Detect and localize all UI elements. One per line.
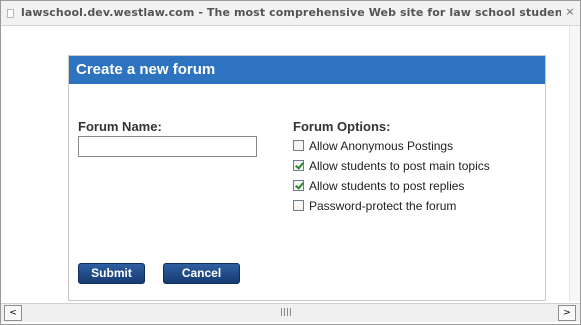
horizontal-scrollbar[interactable]: < > xyxy=(1,303,580,322)
window-title: lawschool.dev.westlaw.com - The most com… xyxy=(21,6,561,19)
option-label: Allow students to post main topics xyxy=(309,159,490,173)
scroll-right-arrow-icon[interactable]: > xyxy=(558,305,576,321)
forum-name-input[interactable] xyxy=(78,136,257,157)
forum-options-label: Forum Options: xyxy=(293,119,391,134)
create-forum-dialog: Create a new forum Forum Name: Forum Opt… xyxy=(68,55,546,301)
scroll-left-arrow-icon[interactable]: < xyxy=(4,305,22,321)
close-icon[interactable]: × xyxy=(564,5,576,19)
checkbox-password-protect[interactable] xyxy=(293,200,304,211)
cancel-button[interactable]: Cancel xyxy=(163,263,240,284)
browser-window: lawschool.dev.westlaw.com - The most com… xyxy=(0,0,581,325)
submit-button[interactable]: Submit xyxy=(78,263,145,284)
content-area: Create a new forum Forum Name: Forum Opt… xyxy=(1,26,580,301)
dialog-header: Create a new forum xyxy=(69,56,545,84)
option-label: Allow students to post replies xyxy=(309,179,465,193)
checkbox-allow-post-main-topics[interactable] xyxy=(293,160,304,171)
dialog-title: Create a new forum xyxy=(76,61,216,78)
option-label: Allow Anonymous Postings xyxy=(309,139,454,153)
page-icon xyxy=(7,9,14,18)
vertical-scroll-area xyxy=(569,26,580,301)
option-label: Password-protect the forum xyxy=(309,199,457,213)
checkbox-allow-post-replies[interactable] xyxy=(293,180,304,191)
scrollbar-grip-icon[interactable] xyxy=(281,308,291,316)
forum-name-label: Forum Name: xyxy=(78,119,162,134)
title-bar: lawschool.dev.westlaw.com - The most com… xyxy=(1,1,580,26)
checkbox-allow-anonymous-postings[interactable] xyxy=(293,140,304,151)
